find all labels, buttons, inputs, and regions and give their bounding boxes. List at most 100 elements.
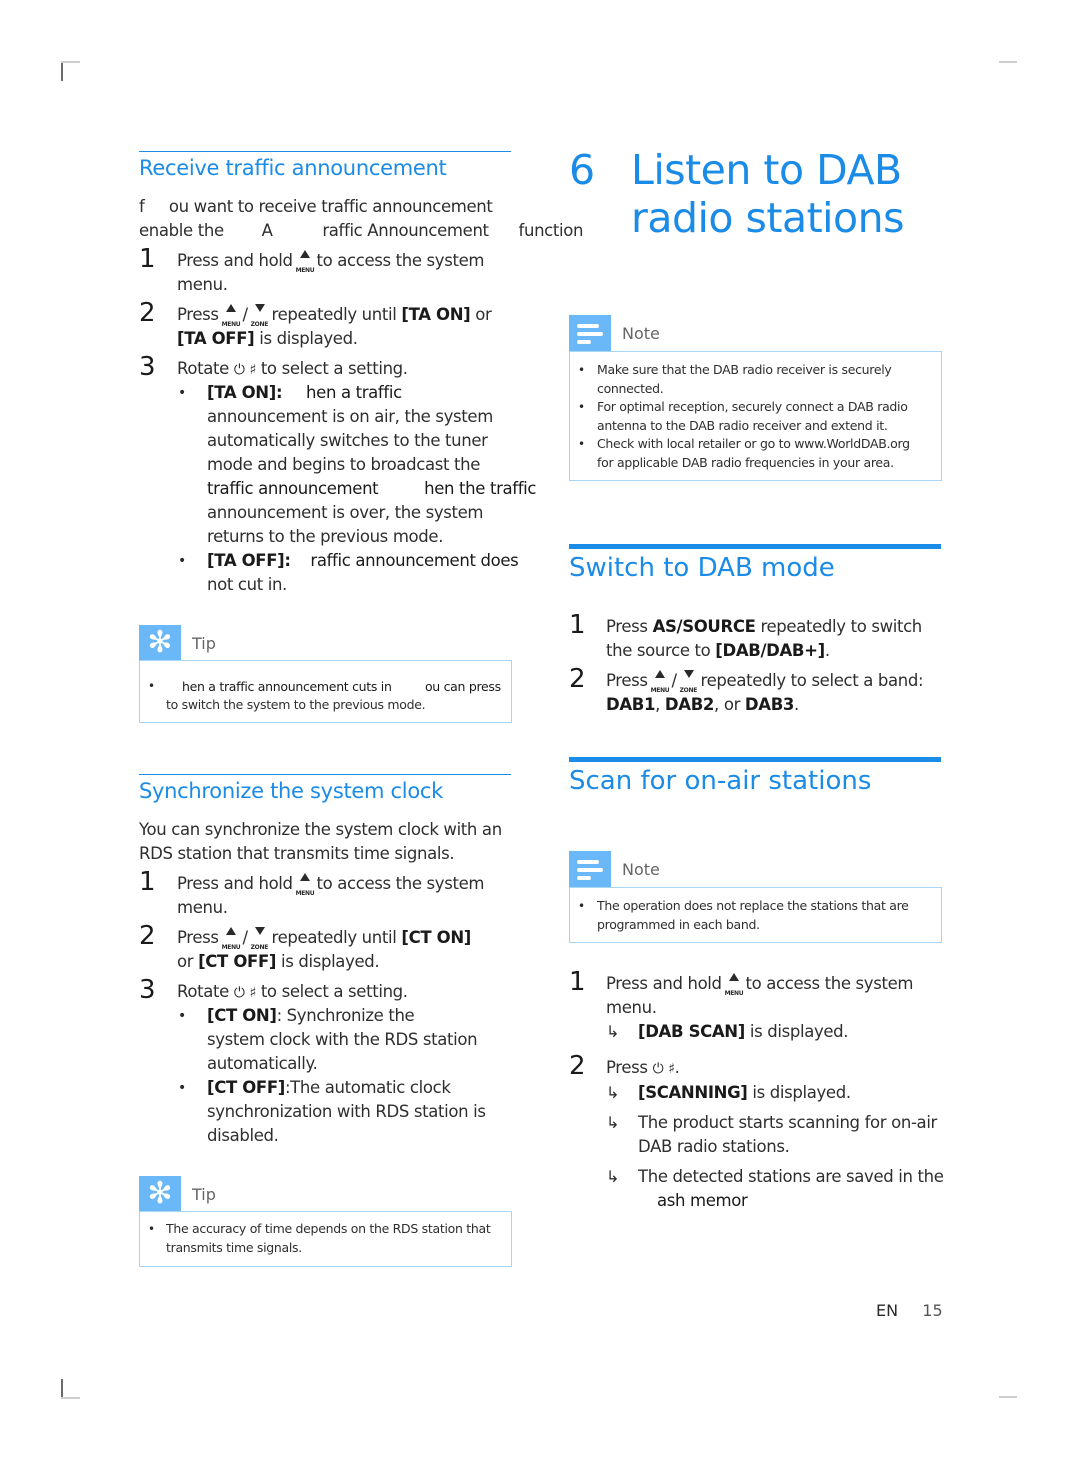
crop-mark-top-right	[999, 61, 1017, 63]
note-text: for applicable DAB radio frequencies in …	[597, 455, 894, 470]
menu-up-key-icon: MENU	[296, 250, 315, 274]
step-text: Press MENU / ZONE repeatedly to select a…	[606, 670, 924, 694]
crop-mark-top-left-vertical	[61, 62, 63, 81]
section-heading: Receive traffic announcement	[139, 156, 447, 180]
bullet-icon: •	[148, 1222, 156, 1236]
option-text: [TA ON]: hen a traffic	[207, 383, 402, 402]
result-arrow-icon: ↳	[606, 1022, 620, 1041]
step-number: 2	[569, 664, 586, 694]
power-icon: ⏻	[652, 1061, 664, 1077]
page-number: 15	[922, 1301, 943, 1320]
step-text: Press and hold MENU to access the system	[606, 973, 914, 997]
chapter-title-line: radio stations	[631, 194, 904, 242]
step-text: Rotate ⏻ ♯ to select a setting.	[177, 982, 408, 1001]
chapter-number: 6	[569, 146, 596, 194]
option-text: mode and begins to broadcast the	[207, 455, 481, 474]
result-arrow-icon: ↳	[606, 1113, 620, 1132]
step-text: DAB1, DAB2, or DAB3.	[606, 695, 799, 714]
mute-icon: ♯	[249, 362, 256, 378]
step-number: 1	[139, 244, 156, 274]
crop-mark-bottom-right	[999, 1396, 1017, 1398]
tip-text: The accuracy of time depends on the RDS …	[166, 1221, 491, 1236]
menu-up-key-icon: MENU	[296, 873, 315, 897]
section-heading: Scan for on-air stations	[569, 766, 872, 796]
mute-icon: ♯	[249, 985, 256, 1001]
section-rule	[569, 544, 941, 549]
step-text: menu.	[177, 898, 228, 917]
option-text: automatically.	[207, 1054, 318, 1073]
step-number: 1	[569, 610, 586, 640]
step-text: menu.	[177, 275, 228, 294]
option-text: [CT ON]: Synchronize the	[207, 1006, 415, 1025]
result-text: [SCANNING] is displayed.	[638, 1083, 851, 1102]
bullet-icon: •	[178, 1008, 187, 1024]
step-text: Press and hold MENU to access the system	[177, 250, 485, 274]
option-text: traffic announcement hen the traffic	[207, 479, 537, 498]
tip-text: hen a traffic announcement cuts in ou ca…	[182, 679, 501, 694]
step-text: Press MENU / ZONE repeatedly until [CT O…	[177, 927, 471, 951]
note-text: Make sure that the DAB radio receiver is…	[597, 362, 892, 377]
step-text: Press and hold MENU to access the system	[177, 873, 485, 897]
intro-line: You can synchronize the system clock wit…	[139, 820, 502, 839]
bullet-icon: •	[178, 553, 187, 569]
bullet-icon: •	[148, 679, 156, 693]
step-number: 2	[139, 298, 156, 328]
power-icon: ⏻	[233, 985, 245, 1001]
tip-text: to switch the system to the previous mod…	[166, 697, 426, 712]
bullet-icon: •	[578, 400, 586, 414]
bullet-icon: •	[578, 363, 586, 377]
option-text: announcement is over, the system	[207, 503, 484, 522]
tip-label: Tip	[192, 634, 216, 653]
crop-mark-top-left-horizontal	[61, 61, 80, 63]
bullet-icon: •	[178, 1080, 187, 1096]
result-text: DAB radio stations.	[638, 1137, 790, 1156]
menu-up-key-icon: MENU	[222, 304, 241, 328]
note-text: The operation does not replace the stati…	[597, 898, 909, 913]
intro-line: RDS station that transmits time signals.	[139, 844, 455, 863]
zone-down-key-icon: ZONE	[251, 927, 268, 951]
step-number: 3	[139, 352, 156, 382]
result-arrow-icon: ↳	[606, 1083, 620, 1102]
result-arrow-icon: ↳	[606, 1167, 620, 1186]
step-text: or [CT OFF] is displayed.	[177, 952, 380, 971]
note-text: For optimal reception, securely connect …	[597, 399, 908, 414]
tip-text: transmits time signals.	[166, 1240, 302, 1255]
result-text: ash memor	[657, 1191, 748, 1210]
option-text: [TA OFF]: raffic announcement does	[207, 551, 519, 570]
note-label: Note	[622, 324, 660, 343]
option-text: synchronization with RDS station is	[207, 1102, 486, 1121]
crop-mark-bottom-left-vertical	[61, 1379, 63, 1398]
section-rule	[139, 151, 511, 152]
option-text: [CT OFF]:The automatic clock	[207, 1078, 451, 1097]
result-text: The detected stations are saved in the	[638, 1167, 944, 1186]
bullet-icon: •	[178, 385, 187, 401]
step-text: Press ⏻ ♯.	[606, 1058, 680, 1077]
chapter-title-line: Listen to DAB	[631, 146, 902, 194]
intro-line: enable the A raffic Announcement functio…	[139, 221, 584, 240]
tip-label: Tip	[192, 1185, 216, 1204]
zone-down-key-icon: ZONE	[251, 304, 268, 328]
step-text: [TA OFF] is displayed.	[177, 329, 358, 348]
option-text: announcement is on air, the system	[207, 407, 493, 426]
option-text: system clock with the RDS station	[207, 1030, 478, 1049]
step-number: 1	[139, 867, 156, 897]
step-number: 1	[569, 967, 586, 997]
power-icon: ⏻	[233, 362, 245, 378]
result-text: [DAB SCAN] is displayed.	[638, 1022, 849, 1041]
bullet-icon: •	[578, 437, 586, 451]
step-number: 2	[139, 921, 156, 951]
section-rule	[139, 774, 511, 775]
step-text: the source to [DAB/DAB+].	[606, 641, 830, 660]
result-text: The product starts scanning for on-air	[638, 1113, 937, 1132]
step-number: 2	[569, 1051, 586, 1081]
section-heading: Switch to DAB mode	[569, 553, 835, 583]
option-text: disabled.	[207, 1126, 279, 1145]
page-footer: EN 15	[876, 1301, 943, 1320]
step-number: 3	[139, 975, 156, 1005]
step-text: menu.	[606, 998, 657, 1017]
option-text: returns to the previous mode.	[207, 527, 444, 546]
tip-icon: ✻	[139, 625, 181, 661]
menu-up-key-icon: MENU	[651, 670, 670, 694]
menu-up-key-icon: MENU	[222, 927, 241, 951]
crop-mark-bottom-left-horizontal	[61, 1397, 80, 1399]
